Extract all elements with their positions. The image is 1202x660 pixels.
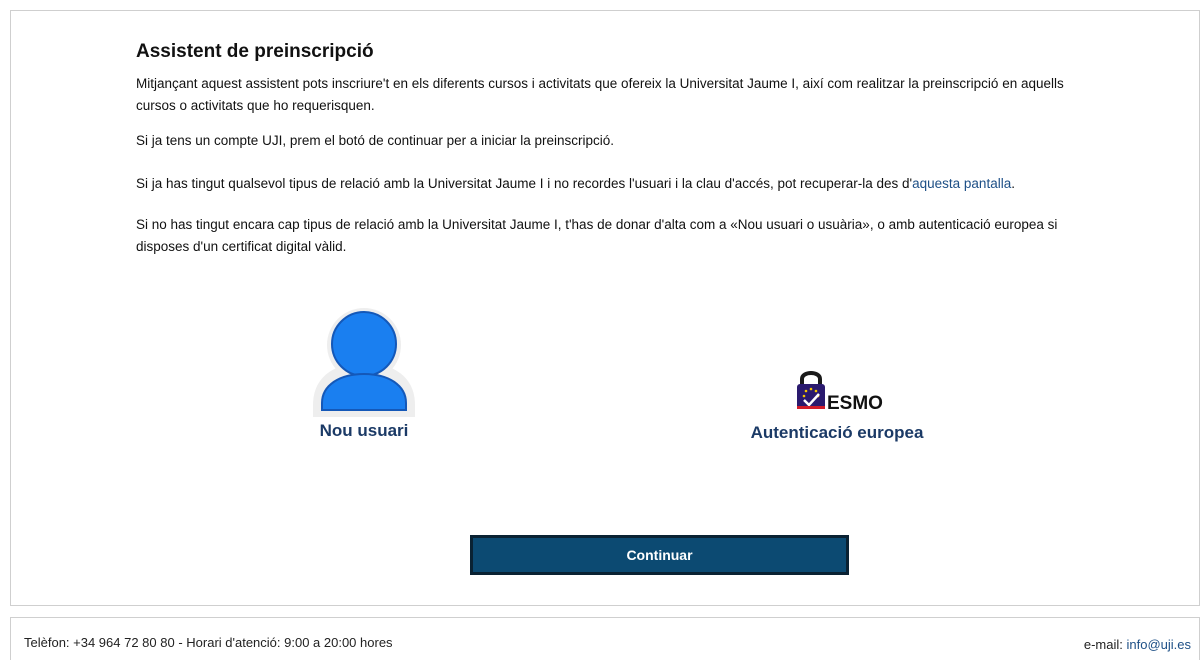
padlock-eu-icon	[797, 371, 825, 409]
footer: Telèfon: +34 964 72 80 80 - Horari d'ate…	[10, 617, 1200, 660]
footer-email-label: e-mail:	[1083, 637, 1127, 652]
intro-paragraph: Mitjançant aquest assistent pots inscriu…	[136, 76, 1064, 113]
european-auth-option[interactable]: ESMO Autenticació europea	[727, 367, 947, 443]
new-user-option[interactable]: Nou usuari	[294, 305, 434, 441]
recover-link[interactable]: aquesta pantalla	[912, 176, 1011, 191]
page-title: Assistent de preinscripció	[136, 41, 374, 62]
email-link[interactable]: info@uji.es	[1126, 637, 1191, 652]
recover-text-end: .	[1011, 176, 1015, 191]
footer-email: e-mail: info@uji.es	[1084, 637, 1191, 652]
recover-paragraph: Si ja has tingut qualsevol tipus de rela…	[136, 173, 1086, 195]
footer-phone: Telèfon: +34 964 72 80 80 - Horari d'ate…	[24, 635, 393, 650]
new-user-label: Nou usuari	[319, 421, 409, 440]
user-avatar-icon	[313, 308, 415, 417]
recover-text: Si ja has tingut qualsevol tipus de rela…	[136, 176, 913, 191]
european-auth-label: Autenticació europea	[750, 423, 924, 442]
account-paragraph: Si ja tens un compte UJI, prem el botó d…	[136, 133, 614, 148]
preinscription-panel: Assistent de preinscripció Mitjançant aq…	[10, 10, 1200, 606]
continue-button[interactable]: Continuar	[470, 535, 849, 575]
new-user-paragraph: Si no has tingut encara cap tipus de rel…	[136, 217, 1058, 254]
esmo-logo-text: ESMO	[827, 393, 883, 411]
esmo-logo: ESMO	[797, 371, 883, 411]
